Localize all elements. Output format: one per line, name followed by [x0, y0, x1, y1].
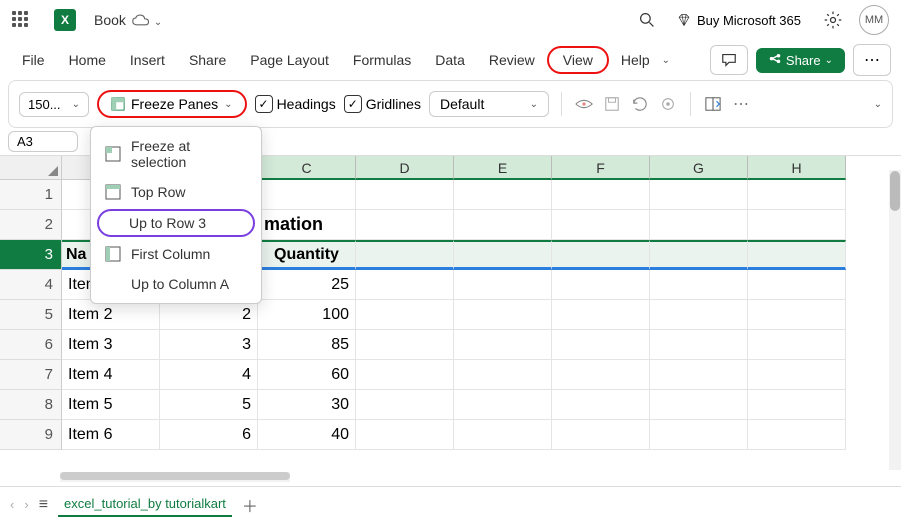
settings-icon[interactable]: [823, 10, 843, 30]
top-row-icon: [105, 184, 121, 200]
comments-button[interactable]: [710, 45, 748, 75]
headings-checkbox[interactable]: ✓ Headings: [255, 95, 336, 113]
header-cell[interactable]: Quantity: [258, 240, 356, 270]
eye-icon[interactable]: [574, 95, 594, 113]
freeze-up-to-column-item[interactable]: Up to Column A: [91, 269, 261, 299]
horizontal-scrollbar[interactable]: [60, 472, 290, 482]
freeze-first-column-item[interactable]: First Column: [91, 239, 261, 269]
sheet-nav-prev-icon[interactable]: ‹: [10, 497, 14, 512]
menu-share[interactable]: Share: [177, 46, 238, 74]
row-header[interactable]: 2: [0, 210, 62, 240]
row-header[interactable]: 1: [0, 180, 62, 210]
freeze-top-row-item[interactable]: Top Row: [91, 177, 261, 207]
excel-logo-icon: X: [54, 9, 76, 31]
sheet-view-select[interactable]: Default⌄: [429, 91, 549, 117]
freeze-at-selection-item[interactable]: Freeze at selection: [91, 131, 261, 177]
row-header[interactable]: 9: [0, 420, 62, 450]
col-header[interactable]: C: [258, 156, 356, 180]
chevron-down-icon: ⌄: [530, 99, 538, 110]
col-header[interactable]: H: [748, 156, 846, 180]
sheet-tab[interactable]: excel_tutorial_by tutorialkart: [58, 492, 232, 517]
row-header[interactable]: 8: [0, 390, 62, 420]
col-header[interactable]: F: [552, 156, 650, 180]
zoom-select[interactable]: 150...⌄: [19, 92, 89, 117]
row-header[interactable]: 5: [0, 300, 62, 330]
row-header[interactable]: 6: [0, 330, 62, 360]
diamond-icon: [677, 13, 691, 27]
col-header[interactable]: E: [454, 156, 552, 180]
apps-launcher-icon[interactable]: [12, 11, 30, 29]
view-ribbon: 150...⌄ Freeze Panes ⌄ ✓ Headings ✓ Grid…: [8, 80, 893, 128]
more-options-button[interactable]: ⋯: [853, 44, 891, 76]
select-all-corner[interactable]: [0, 156, 62, 180]
col-header[interactable]: D: [356, 156, 454, 180]
buy-microsoft-365-button[interactable]: Buy Microsoft 365: [677, 13, 801, 28]
menu-data[interactable]: Data: [423, 46, 477, 74]
row-header[interactable]: 7: [0, 360, 62, 390]
title-cell[interactable]: mation: [258, 210, 356, 240]
menu-home[interactable]: Home: [57, 46, 118, 74]
menu-formulas[interactable]: Formulas: [341, 46, 423, 74]
row-8: 8 Item 5 5 30: [0, 390, 901, 420]
menu-insert[interactable]: Insert: [118, 46, 177, 74]
row-5: 5 Item 2 2 100: [0, 300, 901, 330]
chevron-down-icon: ⌄: [72, 99, 80, 110]
gridlines-checkbox[interactable]: ✓ Gridlines: [344, 95, 421, 113]
col-header[interactable]: G: [650, 156, 748, 180]
collapse-ribbon-chevron-icon[interactable]: ⌄: [874, 99, 882, 110]
menu-bar: File Home Insert Share Page Layout Formu…: [0, 40, 901, 80]
menu-review[interactable]: Review: [477, 46, 547, 74]
refresh-icon[interactable]: [630, 95, 650, 113]
menu-overflow-chevron-icon[interactable]: ⌄: [662, 55, 670, 66]
chevron-down-icon: ⌄: [224, 99, 232, 110]
buy-label: Buy Microsoft 365: [697, 13, 801, 28]
freeze-panes-icon: [111, 97, 125, 111]
vertical-scrollbar[interactable]: [889, 170, 901, 470]
menu-help[interactable]: Help: [609, 46, 662, 74]
navigation-icon[interactable]: [703, 95, 723, 113]
divider: [690, 92, 691, 116]
freeze-panes-dropdown: Freeze at selection Top Row Up to Row 3 …: [90, 126, 262, 304]
freeze-panes-button[interactable]: Freeze Panes ⌄: [97, 90, 247, 118]
cloud-save-icon[interactable]: ⌄: [132, 12, 162, 28]
row-6: 6 Item 3 3 85: [0, 330, 901, 360]
share-icon: [768, 53, 782, 67]
row-9: 9 Item 6 6 40: [0, 420, 901, 450]
user-avatar[interactable]: MM: [859, 5, 889, 35]
row-header[interactable]: 4: [0, 270, 62, 300]
name-box[interactable]: A3: [8, 131, 78, 152]
freeze-up-to-row-item[interactable]: Up to Row 3: [97, 209, 255, 237]
menu-file[interactable]: File: [10, 46, 57, 74]
row-header[interactable]: 3: [0, 240, 62, 270]
first-column-icon: [105, 246, 121, 262]
all-sheets-icon[interactable]: ≡: [39, 496, 48, 514]
menu-page-layout[interactable]: Page Layout: [238, 46, 341, 74]
search-icon[interactable]: [639, 11, 655, 29]
menu-view[interactable]: View: [547, 46, 609, 74]
divider: [561, 92, 562, 116]
sheet-nav-next-icon[interactable]: ›: [24, 497, 28, 512]
row-7: 7 Item 4 4 60: [0, 360, 901, 390]
sheet-tab-bar: ‹ › ≡ excel_tutorial_by tutorialkart ＋: [0, 486, 901, 522]
chevron-down-icon: ⌄: [825, 55, 833, 66]
share-button[interactable]: Share ⌄: [756, 48, 845, 73]
add-sheet-icon[interactable]: ＋: [242, 493, 258, 517]
save-view-icon[interactable]: [602, 95, 622, 113]
freeze-selection-icon: [105, 146, 121, 162]
options-icon[interactable]: [658, 95, 678, 113]
cell[interactable]: 25: [258, 270, 356, 300]
title-bar: X Book ⌄ Buy Microsoft 365 MM: [0, 0, 901, 40]
more-icon[interactable]: ⋯: [731, 94, 751, 114]
workbook-name[interactable]: Book: [94, 12, 126, 28]
